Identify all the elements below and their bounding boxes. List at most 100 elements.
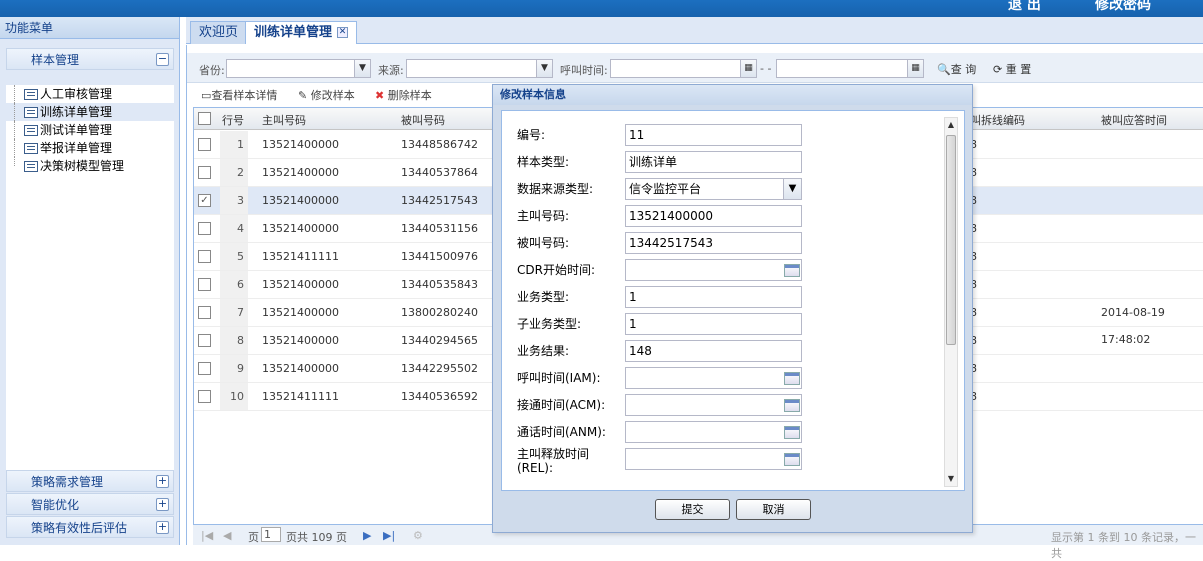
form-row: 通话时间(ANM): — [502, 421, 942, 445]
calendar-icon[interactable] — [784, 453, 800, 466]
form-scrollbar[interactable]: ▲ ▼ — [944, 117, 958, 487]
tree-item-training-detail[interactable]: 训练详单管理 — [6, 103, 174, 121]
filter-bar: 省份: ▼ 来源: ▼ 呼叫时间: ▦ - - ▦ 🔍查 询 ⟳ 重 置 — [187, 53, 1203, 83]
caller-cell: 13521400000 — [262, 334, 339, 347]
form-row: 样本类型: 训练详单 — [502, 151, 942, 175]
edit-sample-button[interactable]: ✎ 修改样本 — [298, 87, 355, 103]
chevron-down-icon[interactable]: ▼ — [354, 60, 370, 77]
field-input[interactable]: 13442517543 — [625, 232, 802, 254]
col-callee[interactable]: 被叫号码 — [401, 112, 445, 128]
field-input[interactable]: 信令监控平台 ▼ — [625, 178, 802, 200]
row-checkbox[interactable] — [198, 362, 211, 375]
row-checkbox[interactable] — [198, 334, 211, 347]
field-input[interactable] — [625, 421, 802, 443]
row-checkbox[interactable] — [198, 250, 211, 263]
logout-link[interactable]: 退 出 — [1008, 0, 1041, 14]
row-checkbox[interactable] — [198, 138, 211, 151]
section-smart-optimize[interactable]: 智能优化 + — [6, 493, 174, 515]
tree-item-manual-review[interactable]: 人工审核管理 — [6, 85, 174, 103]
section-strategy-evaluation[interactable]: 策略有效性后评估 + — [6, 516, 174, 538]
list-icon — [24, 89, 38, 100]
calendar-icon[interactable]: ▦ — [740, 60, 756, 77]
caller-cell: 13521411111 — [262, 390, 339, 403]
row-number: 1 — [220, 131, 248, 158]
col-release-code[interactable]: 叫拆线编码 — [970, 112, 1025, 128]
change-password-link[interactable]: 修改密码 — [1095, 0, 1151, 14]
close-icon[interactable]: ✕ — [337, 27, 349, 38]
page-input[interactable]: 1 — [261, 527, 281, 542]
field-input[interactable] — [625, 394, 802, 416]
dialog-form: 编号: 11 样本类型: 训练详单 数据来源类型: 信令监控平台 ▼ 主叫号码: 1352140… — [501, 110, 965, 491]
expand-icon[interactable]: + — [156, 498, 169, 511]
chevron-down-icon[interactable]: ▼ — [783, 179, 801, 199]
field-input[interactable] — [625, 259, 802, 281]
row-checkbox[interactable]: ✓ — [198, 194, 211, 207]
calltime-start-input[interactable]: ▦ — [610, 59, 757, 78]
col-answer-time[interactable]: 被叫应答时间 — [1101, 112, 1167, 128]
refresh-icon[interactable]: ⚙ — [413, 529, 423, 542]
section-strategy-demand[interactable]: 策略需求管理 + — [6, 470, 174, 492]
field-input[interactable]: 13521400000 — [625, 205, 802, 227]
cancel-button[interactable]: 取消 — [736, 499, 811, 520]
field-input[interactable]: 1 — [625, 313, 802, 335]
calltime-end-input[interactable]: ▦ — [776, 59, 924, 78]
row-number: 8 — [220, 327, 248, 354]
field-input[interactable]: 1 — [625, 286, 802, 308]
range-separator: - - — [760, 62, 772, 75]
callee-cell: 13441500976 — [401, 250, 478, 263]
tree-item-report-detail[interactable]: 举报详单管理 — [6, 139, 174, 157]
tree-item-test-detail[interactable]: 测试详单管理 — [6, 121, 174, 139]
prev-page-icon[interactable]: ◀ — [223, 529, 231, 542]
form-row: 数据来源类型: 信令监控平台 ▼ — [502, 178, 942, 202]
calendar-icon[interactable] — [784, 399, 800, 412]
caller-cell: 13521400000 — [262, 194, 339, 207]
field-label: 呼叫时间(IAM): — [517, 371, 601, 385]
tree-item-decision-tree[interactable]: 决策树模型管理 — [6, 157, 174, 175]
calendar-icon[interactable] — [784, 264, 800, 277]
view-icon: ▭ — [201, 89, 212, 102]
first-page-icon[interactable]: |◀ — [201, 529, 213, 542]
scroll-thumb[interactable] — [946, 135, 956, 345]
field-input[interactable]: 148 — [625, 340, 802, 362]
search-button[interactable]: 🔍查 询 — [937, 61, 976, 77]
reset-button[interactable]: ⟳ 重 置 — [993, 61, 1031, 77]
row-checkbox[interactable] — [198, 306, 211, 319]
expand-icon[interactable]: + — [156, 521, 169, 534]
caller-cell: 13521400000 — [262, 222, 339, 235]
tab-welcome[interactable]: 欢迎页 — [190, 21, 248, 44]
scroll-up-icon[interactable]: ▲ — [945, 118, 957, 132]
expand-icon[interactable]: + — [156, 475, 169, 488]
row-checkbox[interactable] — [198, 278, 211, 291]
refresh-icon: ⟳ — [993, 63, 1006, 76]
scroll-down-icon[interactable]: ▼ — [945, 472, 957, 486]
delete-sample-button[interactable]: ✖ 删除样本 — [375, 87, 432, 103]
col-caller[interactable]: 主叫号码 — [262, 112, 306, 128]
field-input[interactable] — [625, 448, 802, 470]
calendar-icon[interactable] — [784, 426, 800, 439]
view-sample-button[interactable]: ▭查看样本详情 — [201, 87, 277, 103]
source-select[interactable]: ▼ — [406, 59, 553, 78]
collapse-icon[interactable]: − — [156, 53, 169, 66]
field-label: 业务类型: — [517, 290, 570, 304]
callee-cell: 13800280240 — [401, 306, 478, 319]
submit-button[interactable]: 提交 — [655, 499, 730, 520]
next-page-icon[interactable]: ▶ — [363, 529, 371, 542]
row-checkbox[interactable] — [198, 166, 211, 179]
field-label: 主叫释放时间(REL): — [517, 447, 590, 475]
field-input[interactable]: 训练详单 — [625, 151, 802, 173]
chevron-down-icon[interactable]: ▼ — [536, 60, 552, 77]
select-all-checkbox[interactable] — [198, 112, 211, 125]
tab-training-detail[interactable]: 训练详单管理 ✕ — [245, 21, 358, 44]
field-label: CDR开始时间: — [517, 263, 596, 277]
field-input[interactable]: 11 — [625, 124, 802, 146]
section-sample-management[interactable]: 样本管理 − — [6, 48, 174, 70]
province-select[interactable]: ▼ — [226, 59, 371, 78]
calendar-icon[interactable]: ▦ — [907, 60, 923, 77]
list-icon — [24, 161, 38, 172]
calendar-icon[interactable] — [784, 372, 800, 385]
row-checkbox[interactable] — [198, 222, 211, 235]
row-checkbox[interactable] — [198, 390, 211, 403]
field-input[interactable] — [625, 367, 802, 389]
menu-header: 功能菜单 — [0, 17, 179, 39]
last-page-icon[interactable]: ▶| — [383, 529, 395, 542]
